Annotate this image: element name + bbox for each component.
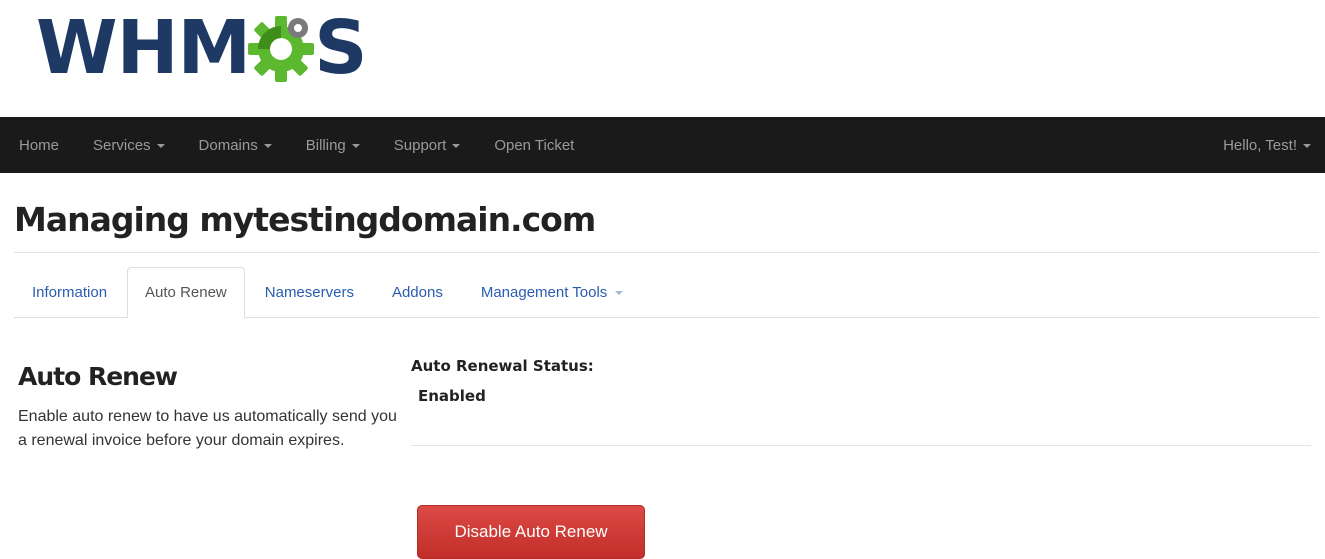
nav-item-label: Home bbox=[19, 136, 60, 154]
tab-addons[interactable]: Addons bbox=[374, 267, 461, 317]
logo-wordmark: WHM S bbox=[36, 5, 368, 91]
nav-item-open-ticket[interactable]: Open Ticket bbox=[477, 117, 591, 173]
user-menu-label: Hello, Test! bbox=[1223, 136, 1297, 154]
nav-item-label: Billing bbox=[305, 136, 346, 154]
section-heading: Auto Renew bbox=[18, 362, 178, 391]
nav-item-label: Services bbox=[93, 136, 151, 154]
logo-text-left: WHM bbox=[36, 5, 251, 91]
nav-item-domains[interactable]: Domains bbox=[182, 117, 289, 173]
whmcs-logo[interactable]: WHM S bbox=[36, 5, 368, 91]
page-title: Managing mytestingdomain.com bbox=[14, 200, 596, 239]
section-description: Enable auto renew to have us automatical… bbox=[18, 408, 397, 449]
nav-item-billing[interactable]: Billing bbox=[289, 117, 377, 173]
nav-item-home[interactable]: Home bbox=[0, 117, 76, 173]
status-value: Enabled bbox=[418, 387, 486, 405]
tab-label: Information bbox=[32, 283, 108, 301]
nav-item-services[interactable]: Services bbox=[76, 117, 182, 173]
nav-menu: Home Services Domains Billing Support Op… bbox=[0, 117, 591, 173]
nav-item-label: Support bbox=[393, 136, 447, 154]
tab-label: Management Tools bbox=[480, 283, 608, 301]
panel-divider bbox=[411, 445, 1311, 446]
caret-down-icon bbox=[452, 144, 461, 148]
tab-label: Auto Renew bbox=[145, 284, 227, 301]
tab-label: Nameservers bbox=[264, 283, 354, 301]
caret-down-icon bbox=[1303, 144, 1311, 148]
user-menu[interactable]: Hello, Test! bbox=[1206, 117, 1325, 173]
main-navbar: Home Services Domains Billing Support Op… bbox=[0, 117, 1325, 173]
caret-down-icon bbox=[615, 291, 624, 295]
caret-down-icon bbox=[351, 144, 360, 148]
disable-auto-renew-button[interactable]: Disable Auto Renew bbox=[417, 505, 645, 559]
tab-nameservers[interactable]: Nameservers bbox=[247, 267, 372, 317]
tab-management-tools[interactable]: Management Tools bbox=[463, 267, 641, 317]
logo-text-right: S bbox=[314, 5, 367, 91]
tab-label: Addons bbox=[391, 283, 443, 301]
tab-auto-renew[interactable]: Auto Renew bbox=[127, 267, 245, 318]
gear-icon bbox=[246, 14, 316, 84]
caret-down-icon bbox=[156, 144, 165, 148]
status-label: Auto Renewal Status: bbox=[411, 357, 594, 375]
domain-tabs: Information Auto Renew Nameservers Addon… bbox=[14, 267, 1319, 318]
nav-item-support[interactable]: Support bbox=[377, 117, 478, 173]
tab-information[interactable]: Information bbox=[14, 267, 125, 317]
nav-item-label: Open Ticket bbox=[494, 136, 575, 154]
nav-item-label: Domains bbox=[198, 136, 258, 154]
caret-down-icon bbox=[263, 144, 272, 148]
title-divider bbox=[14, 252, 1319, 253]
